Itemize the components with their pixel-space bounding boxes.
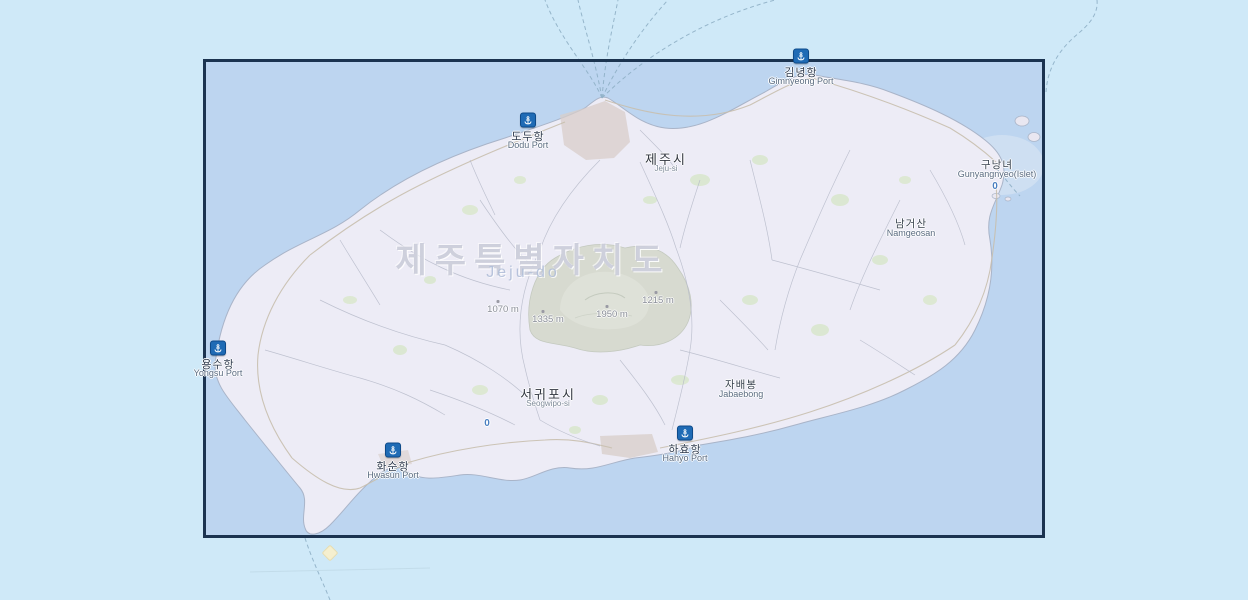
port-marker-yongsu[interactable] — [210, 341, 226, 356]
peak-marker — [606, 305, 609, 308]
port-marker-hwasun[interactable] — [385, 443, 401, 458]
anchor-icon — [388, 445, 398, 455]
anchor-icon — [680, 428, 690, 438]
region-watermark-en: Jeju-do — [486, 264, 559, 282]
place-label-jabaebong-en: Jabaebong — [719, 389, 764, 399]
beacon-icon — [322, 545, 339, 562]
place-label-namgeosan-en: Namgeosan — [887, 228, 936, 238]
map-viewport[interactable]: 제주특별자치도 Jeju-do 김녕항 Gimnyeong Port 도두항 D… — [0, 0, 1248, 600]
city-label-jeju-en: Jeju-si — [654, 164, 677, 173]
port-marker-gimnyeong[interactable] — [793, 49, 809, 64]
anchor-icon — [213, 343, 223, 353]
elevation-label-1215: 1215 m — [642, 295, 674, 306]
port-marker-hahyo[interactable] — [677, 426, 693, 441]
port-label-hahyo-en: Hahyo Port — [662, 453, 707, 463]
peak-marker — [655, 291, 658, 294]
route-marker-south: 0 — [484, 418, 490, 429]
port-label-hwasun-en: Hwasun Port — [367, 470, 419, 480]
place-label-gunyangnyeo-en: Gunyangnyeo(Islet) — [958, 169, 1037, 179]
peak-marker — [542, 310, 545, 313]
labels-layer: 제주특별자치도 Jeju-do 김녕항 Gimnyeong Port 도두항 D… — [0, 0, 1248, 600]
peak-marker — [497, 300, 500, 303]
port-marker-dodu[interactable] — [520, 113, 536, 128]
elevation-label-1950: 1950 m — [596, 309, 628, 320]
city-label-seogwipo-en: Seogwipo-si — [526, 399, 570, 408]
anchor-icon — [523, 115, 533, 125]
port-label-dodu-en: Dodu Port — [508, 140, 549, 150]
anchor-icon — [796, 51, 806, 61]
port-label-gimnyeong-en: Gimnyeong Port — [768, 76, 833, 86]
elevation-label-1335: 1335 m — [532, 314, 564, 325]
port-label-yongsu-en: Yongsu Port — [194, 368, 243, 378]
route-marker-east: 0 — [992, 181, 998, 192]
elevation-label-1070: 1070 m — [487, 304, 519, 315]
